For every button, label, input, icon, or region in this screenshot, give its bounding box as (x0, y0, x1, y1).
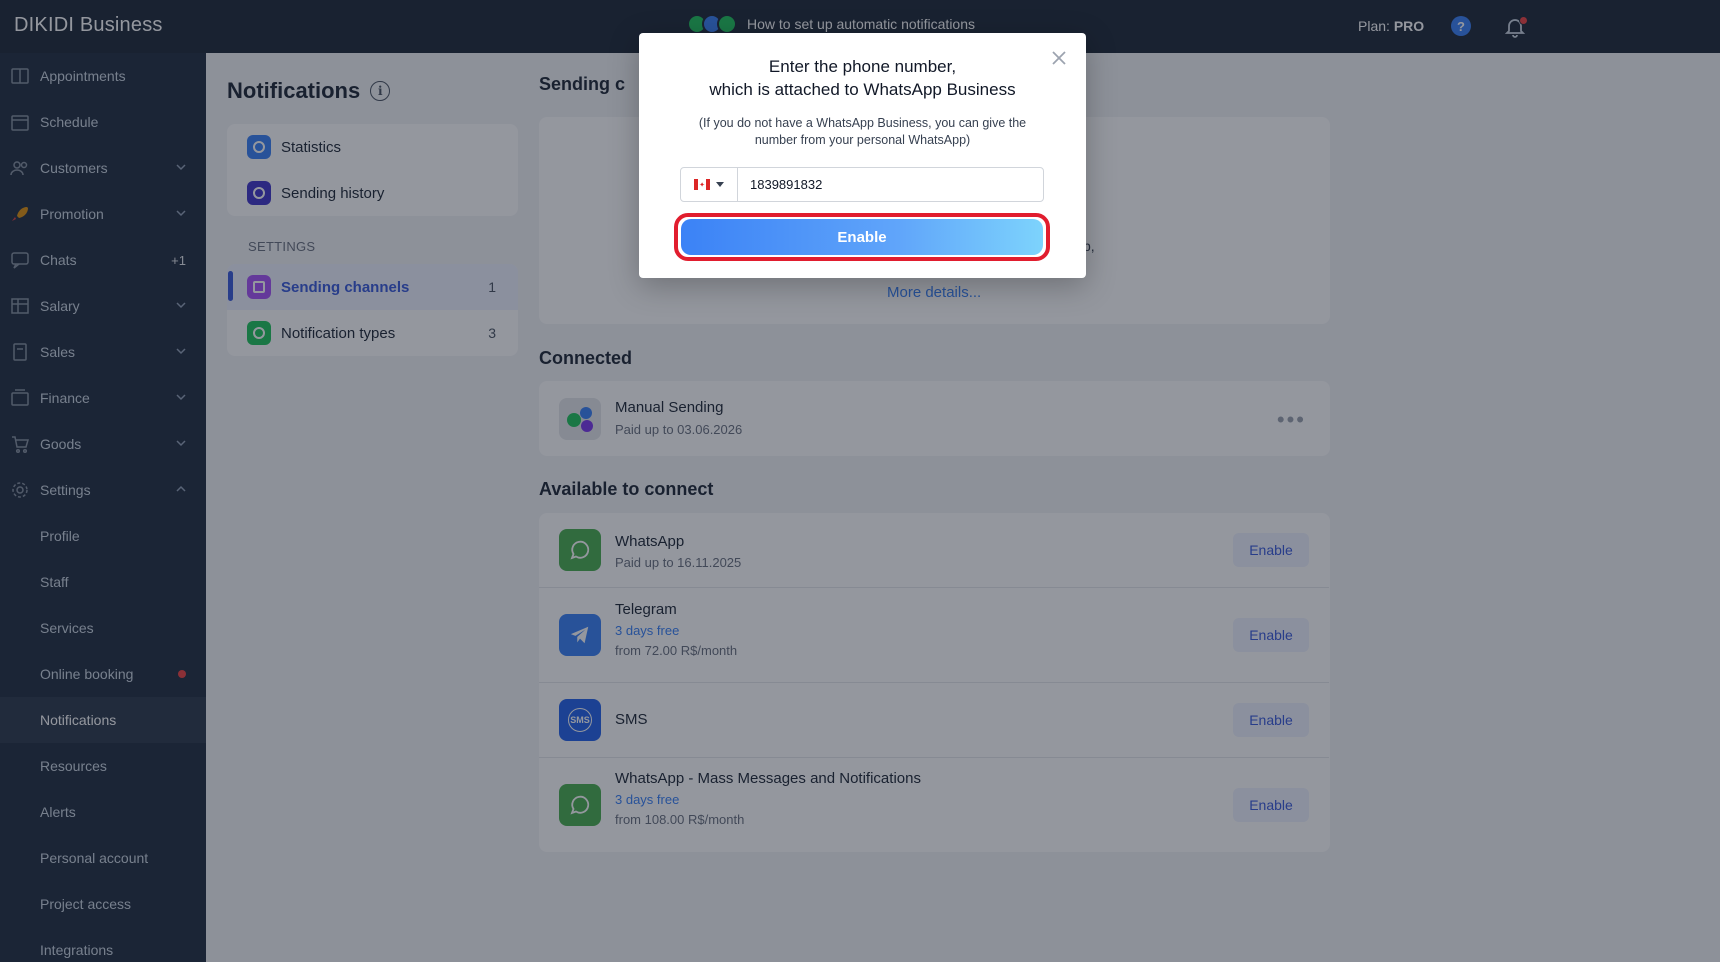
phone-input[interactable] (738, 168, 1043, 201)
dialog-title-line2: which is attached to WhatsApp Business (709, 80, 1016, 99)
enable-button[interactable]: Enable (681, 219, 1043, 255)
phone-number-dialog: Enter the phone number, which is attache… (639, 33, 1086, 278)
country-selector[interactable]: ✦ (681, 168, 738, 201)
canada-flag-icon: ✦ (694, 179, 710, 190)
dialog-title: Enter the phone number, which is attache… (639, 55, 1086, 101)
caret-down-icon (716, 182, 724, 187)
close-icon[interactable] (1050, 49, 1068, 67)
dialog-note: (If you do not have a WhatsApp Business,… (698, 116, 1027, 147)
phone-field: ✦ (680, 167, 1044, 202)
dialog-title-line1: Enter the phone number, (768, 57, 957, 76)
